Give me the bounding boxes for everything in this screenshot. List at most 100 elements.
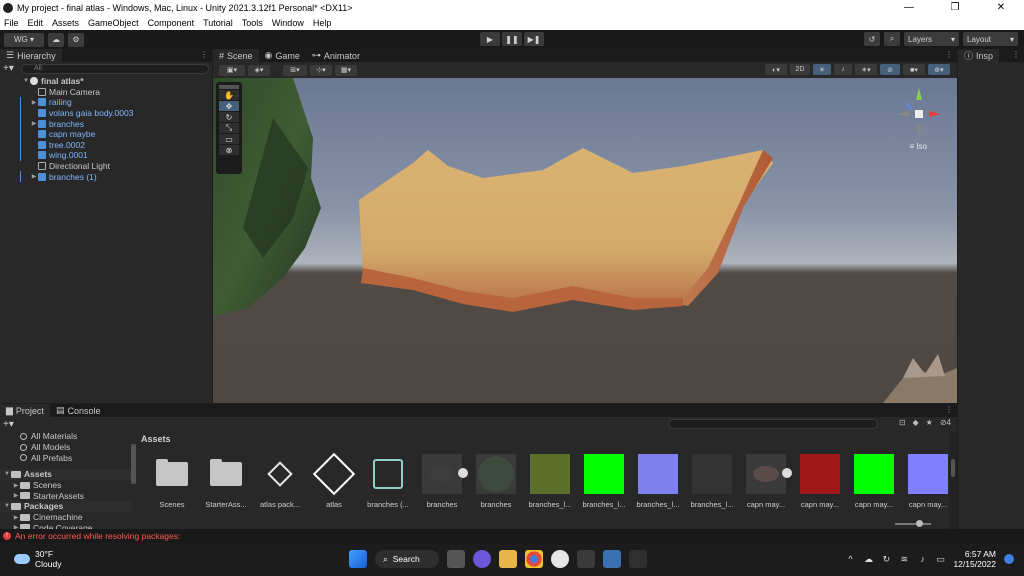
- menu-tools[interactable]: Tools: [242, 18, 263, 28]
- hand-tool-icon[interactable]: ✋: [219, 90, 239, 100]
- maximize-button[interactable]: ❐: [932, 0, 978, 15]
- chevron-up-icon[interactable]: ^: [845, 554, 855, 564]
- project-tree-item[interactable]: ▼ Packages: [0, 501, 132, 512]
- minimize-button[interactable]: —: [886, 0, 932, 15]
- rect-tool-icon[interactable]: ▭: [219, 134, 239, 144]
- project-tree-item[interactable]: ▶ Scenes: [0, 480, 132, 491]
- search-by-type-icon[interactable]: ⊡: [899, 418, 906, 427]
- wifi-icon[interactable]: ≋: [899, 554, 909, 564]
- scene-viewport[interactable]: ✋ ✥ ↻ ⤡ ▭ ⊗ ≡ Iso: [213, 78, 957, 403]
- photos-icon[interactable]: [603, 550, 621, 568]
- hierarchy-item[interactable]: wing.0001: [0, 150, 212, 161]
- asset-item[interactable]: branches: [469, 454, 523, 509]
- asset-item[interactable]: branches (...: [361, 454, 415, 509]
- scale-tool-icon[interactable]: ⤡: [219, 123, 239, 133]
- expand-arrow-icon[interactable]: ▶: [12, 492, 20, 499]
- panel-menu-icon[interactable]: ⋮: [945, 405, 953, 414]
- app-icon[interactable]: [551, 550, 569, 568]
- hierarchy-item[interactable]: volans gaia body.0003: [0, 107, 212, 119]
- cloud-sync-icon[interactable]: ☁: [863, 554, 873, 564]
- hierarchy-item[interactable]: ▶ railing: [0, 97, 212, 108]
- expand-arrow-icon[interactable]: ▶: [30, 120, 38, 127]
- hierarchy-item[interactable]: tree.0002: [0, 139, 212, 151]
- layout-dropdown[interactable]: Layout ▾: [963, 32, 1018, 46]
- expand-asset-icon[interactable]: [458, 468, 468, 478]
- audio-toggle-icon[interactable]: ♪: [834, 64, 852, 75]
- lighting-toggle-icon[interactable]: ☀: [813, 64, 831, 75]
- project-search-input[interactable]: [668, 419, 878, 429]
- effects-dropdown[interactable]: ✶▾: [855, 64, 877, 75]
- hierarchy-item[interactable]: Main Camera: [0, 87, 212, 98]
- weather-widget[interactable]: 30°F Cloudy: [14, 549, 61, 569]
- project-tree-item[interactable]: ▶ StarterAssets: [0, 490, 132, 501]
- collab-icon[interactable]: ⚙: [68, 32, 84, 47]
- asset-item[interactable]: branches_l...: [685, 454, 739, 509]
- favorite-all-materials[interactable]: All Materials: [0, 431, 132, 442]
- project-tree-item[interactable]: ▶ Cinemachine: [0, 512, 132, 523]
- thumbnail-size-slider[interactable]: [895, 520, 931, 527]
- palette-handle[interactable]: [219, 85, 239, 89]
- asset-item[interactable]: branches_l...: [523, 454, 577, 509]
- tab-scene[interactable]: # Scene: [213, 49, 259, 62]
- close-button[interactable]: ✕: [978, 0, 1024, 15]
- expand-arrow-icon[interactable]: ▼: [22, 78, 30, 84]
- start-windows-icon[interactable]: [349, 550, 367, 568]
- menu-edit[interactable]: Edit: [28, 18, 44, 28]
- add-object-button[interactable]: +▾: [3, 63, 21, 74]
- asset-item[interactable]: branches: [415, 454, 469, 509]
- hierarchy-item[interactable]: Directional Light: [0, 161, 212, 172]
- cloud-icon[interactable]: ☁: [48, 32, 64, 47]
- orientation-gizmo[interactable]: [889, 80, 949, 150]
- expand-arrow-icon[interactable]: ▶: [12, 482, 20, 489]
- volume-icon[interactable]: ♪: [917, 554, 927, 564]
- tab-game[interactable]: ◉ Game: [259, 49, 306, 62]
- favorite-all-prefabs[interactable]: All Prefabs: [0, 452, 132, 463]
- asset-breadcrumb[interactable]: Assets: [137, 431, 949, 447]
- asset-item[interactable]: capn may...: [901, 454, 955, 509]
- shading-mode-dropdown[interactable]: ◐▾: [765, 64, 787, 75]
- tab-animator[interactable]: ⊶ Animator: [306, 49, 366, 62]
- taskbar-clock[interactable]: 6:57 AM 12/15/2022: [953, 549, 996, 569]
- menu-file[interactable]: File: [4, 18, 19, 28]
- camera-dropdown[interactable]: ■▾: [903, 64, 925, 75]
- gizmos-dropdown[interactable]: ⊕▾: [928, 64, 950, 75]
- scene-root-row[interactable]: ▼ final atlas*: [0, 76, 212, 87]
- file-explorer-icon[interactable]: [499, 550, 517, 568]
- draw-mode-dropdown[interactable]: ▣▾: [219, 64, 245, 76]
- tab-console[interactable]: ▤ Console: [50, 404, 107, 417]
- unity-editor-icon[interactable]: [629, 550, 647, 568]
- hierarchy-item[interactable]: ▶ branches (1): [0, 171, 212, 182]
- menu-tutorial[interactable]: Tutorial: [203, 18, 233, 28]
- move-tool-icon[interactable]: ✥: [219, 101, 239, 111]
- chrome-icon[interactable]: [525, 550, 543, 568]
- rotate-tool-icon[interactable]: ↻: [219, 112, 239, 122]
- scrollbar-thumb[interactable]: [951, 459, 955, 477]
- step-button[interactable]: ▶❚: [524, 32, 544, 46]
- menu-assets[interactable]: Assets: [52, 18, 79, 28]
- status-bar[interactable]: ! An error occurred while resolving pack…: [0, 529, 1024, 543]
- grid-scrollbar[interactable]: [949, 431, 957, 529]
- panel-menu-icon[interactable]: ⋮: [1012, 50, 1020, 59]
- expand-arrow-icon[interactable]: ▶: [12, 514, 20, 521]
- tab-inspector[interactable]: ⓘ Insp: [958, 49, 1000, 62]
- menu-help[interactable]: Help: [313, 18, 332, 28]
- hierarchy-item[interactable]: ▶ branches: [0, 118, 212, 129]
- favorite-all-models[interactable]: All Models: [0, 442, 132, 453]
- hidden-objects-icon[interactable]: ⊘: [880, 64, 900, 75]
- render-mode-dropdown[interactable]: ◈▾: [248, 64, 270, 76]
- chat-icon[interactable]: [473, 550, 491, 568]
- projection-label[interactable]: ≡ Iso: [909, 142, 927, 151]
- taskbar-search-button[interactable]: ⌕ Search: [375, 550, 439, 568]
- snap-dropdown[interactable]: ⊹▾: [310, 64, 332, 76]
- panel-menu-icon[interactable]: ⋮: [945, 50, 953, 59]
- favorite-star-icon[interactable]: ★: [926, 418, 933, 427]
- slider-knob[interactable]: [916, 520, 923, 527]
- hidden-packages-toggle[interactable]: ⊘4: [940, 418, 951, 427]
- transform-tool-icon[interactable]: ⊗: [219, 145, 239, 155]
- tab-project[interactable]: ▆ Project: [0, 404, 50, 417]
- expand-arrow-icon[interactable]: ▶: [30, 173, 38, 180]
- refresh-icon[interactable]: ↻: [881, 554, 891, 564]
- hierarchy-search-input[interactable]: All: [21, 63, 209, 74]
- menu-window[interactable]: Window: [272, 18, 304, 28]
- asset-item[interactable]: branches_l...: [631, 454, 685, 509]
